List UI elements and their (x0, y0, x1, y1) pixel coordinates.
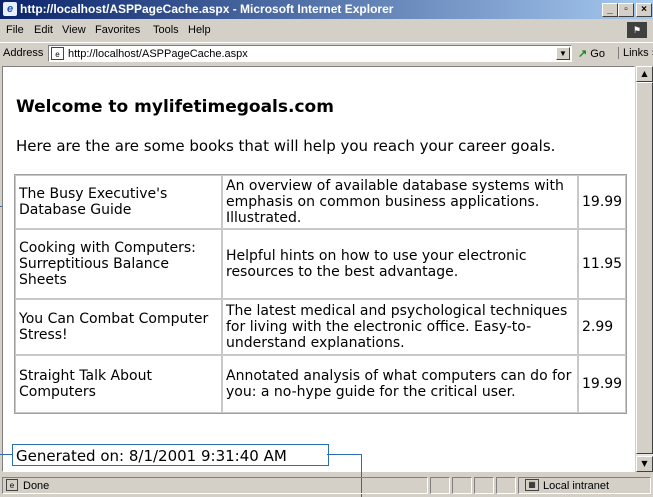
page-content: Welcome to mylifetimegoals.com Here are … (2, 66, 635, 472)
status-text: Done (23, 480, 50, 492)
vertical-scrollbar[interactable]: ▲ ▼ (636, 66, 653, 472)
minimize-button[interactable]: _ (602, 3, 618, 17)
book-price: 11.95 (578, 229, 627, 299)
go-arrow-icon: ↗ (578, 48, 588, 60)
book-description: Annotated analysis of what computers can… (222, 355, 578, 413)
ie-logo-icon: e (3, 2, 17, 16)
status-main: e Done (2, 477, 428, 494)
address-input[interactable]: e http://localhost/ASPPageCache.aspx ▼ (48, 45, 572, 62)
go-label: Go (590, 48, 605, 60)
intro-text: Here are the are some books that will he… (16, 137, 556, 155)
scroll-thumb[interactable] (636, 82, 653, 454)
books-table: The Busy Executive's Database Guide An o… (14, 174, 628, 414)
book-title: You Can Combat Computer Stress! (15, 299, 222, 355)
maximize-button[interactable]: ▫ (618, 3, 634, 17)
zone-label: Local intranet (543, 480, 610, 492)
status-bar: e Done ▦ Local intranet (0, 474, 653, 497)
book-title: The Busy Executive's Database Guide (15, 175, 222, 229)
callout-line-right (327, 454, 361, 455)
callout-box (12, 444, 329, 466)
status-panel (452, 477, 472, 494)
go-button[interactable]: ↗ Go (578, 47, 605, 60)
title-bar[interactable]: e http://localhost/ASPPageCache.aspx - M… (0, 0, 653, 19)
book-price: 19.99 (578, 175, 627, 229)
book-description: The latest medical and psychological tec… (222, 299, 578, 355)
callout-line-left (0, 454, 12, 455)
windows-logo-icon: ⚑ (627, 22, 647, 38)
book-description: Helpful hints on how to use your electro… (222, 229, 578, 299)
address-label: Address (3, 47, 44, 59)
menu-help[interactable]: Help (188, 24, 211, 36)
table-row: Cooking with Computers: Surreptitious Ba… (15, 229, 627, 299)
menu-view[interactable]: View (62, 24, 86, 36)
book-price: 2.99 (578, 299, 627, 355)
chevron-down-icon[interactable]: ▼ (556, 47, 570, 60)
book-title: Cooking with Computers: Surreptitious Ba… (15, 229, 222, 299)
menu-favorites[interactable]: Favorites (95, 24, 140, 36)
menu-bar: File Edit View Favorites Tools Help ⚑ (0, 20, 653, 40)
intranet-icon: ▦ (525, 479, 539, 491)
table-row: Straight Talk About Computers Annotated … (15, 355, 627, 413)
table-row: The Busy Executive's Database Guide An o… (15, 175, 627, 229)
security-zone: ▦ Local intranet (518, 477, 651, 494)
menu-file[interactable]: File (6, 24, 24, 36)
menu-edit[interactable]: Edit (34, 24, 53, 36)
browser-window: e http://localhost/ASPPageCache.aspx - M… (0, 0, 653, 497)
book-description: An overview of available database system… (222, 175, 578, 229)
close-button[interactable]: × (636, 3, 652, 17)
page-heading: Welcome to mylifetimegoals.com (16, 97, 334, 117)
window-title: http://localhost/ASPPageCache.aspx - Mic… (20, 2, 394, 16)
page-icon: e (51, 47, 64, 60)
status-panel (496, 477, 516, 494)
page-done-icon: e (6, 479, 18, 491)
scroll-up-icon[interactable]: ▲ (636, 66, 653, 82)
address-bar: Address e http://localhost/ASPPageCache.… (0, 42, 653, 65)
status-panel (474, 477, 494, 494)
book-price: 19.99 (578, 355, 627, 413)
links-button[interactable]: Links » (618, 47, 653, 59)
table-row: You Can Combat Computer Stress! The late… (15, 299, 627, 355)
book-title: Straight Talk About Computers (15, 355, 222, 413)
menu-tools[interactable]: Tools (153, 24, 179, 36)
callout-mark (0, 206, 2, 207)
status-panel (430, 477, 450, 494)
scroll-down-icon[interactable]: ▼ (636, 456, 653, 472)
address-url: http://localhost/ASPPageCache.aspx (68, 48, 248, 60)
